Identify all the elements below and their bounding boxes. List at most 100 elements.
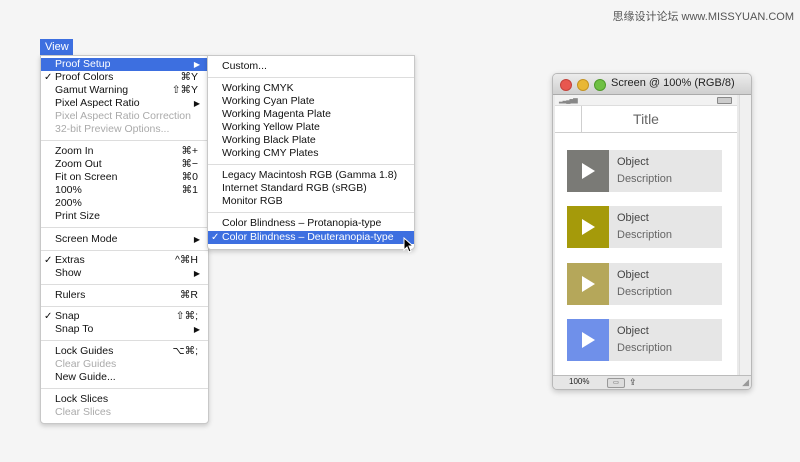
menu-item-label: Gamut Warning: [55, 84, 129, 96]
menu-item-200-percent[interactable]: 200%: [41, 197, 208, 210]
item-title: Object: [617, 212, 649, 224]
menu-item-label: Rulers: [55, 289, 86, 301]
mock-nav-bar: Title: [555, 106, 737, 133]
menu-item-label: Proof Colors: [55, 71, 114, 83]
resize-grip-icon[interactable]: ◢: [742, 377, 749, 388]
menu-item-label: Working Black Plate: [222, 134, 316, 146]
menu-item-label: New Guide...: [55, 371, 116, 383]
menu-item-label: Snap: [55, 310, 80, 322]
menu-item-clear-guides: Clear Guides: [41, 358, 208, 371]
menu-item-zoom-in[interactable]: Zoom In ⌘+: [41, 145, 208, 158]
menu-item-fit-on-screen[interactable]: Fit on Screen ⌘0: [41, 171, 208, 184]
view-menu-title[interactable]: View: [40, 39, 73, 55]
thumbnail: [567, 263, 609, 305]
menu-item-label: Clear Guides: [55, 358, 117, 370]
checkmark-icon: ✓: [211, 232, 220, 243]
menu-item-zoom-out[interactable]: Zoom Out ⌘−: [41, 158, 208, 171]
menu-item-rulers[interactable]: Rulers ⌘R: [41, 289, 208, 302]
menu-item-label: 32-bit Preview Options...: [55, 123, 170, 135]
menu-item-snap-to[interactable]: Snap To ▶: [41, 323, 208, 336]
menu-item-clear-slices: Clear Slices: [41, 406, 208, 419]
menu-item-label: Zoom Out: [55, 158, 102, 170]
submenu-item-working-cmyk[interactable]: Working CMYK: [208, 82, 414, 95]
menu-item-screen-mode[interactable]: Screen Mode ▶: [41, 233, 208, 246]
menu-item-label: Fit on Screen: [55, 171, 118, 183]
menu-item-show[interactable]: Show ▶: [41, 267, 208, 280]
window-titlebar[interactable]: Screen @ 100% (RGB/8): [553, 74, 751, 95]
menu-item-shortcut: ⌘+: [181, 145, 198, 157]
menu-item-shortcut: ⇧⌘Y: [171, 84, 198, 96]
menu-item-gamut-warning[interactable]: Gamut Warning ⇧⌘Y: [41, 84, 208, 97]
menu-separator: [41, 340, 208, 341]
signal-bars-icon: ▂▃▄▅▆: [559, 98, 578, 104]
submenu-item-monitor-rgb[interactable]: Monitor RGB: [208, 195, 414, 208]
item-description: Description: [617, 173, 673, 185]
menu-item-pixel-aspect-ratio[interactable]: Pixel Aspect Ratio ▶: [41, 97, 208, 110]
vertical-scrollbar[interactable]: [739, 95, 751, 375]
menu-item-shortcut: ⌘0: [181, 171, 198, 183]
play-icon: [582, 163, 595, 179]
share-icon[interactable]: ⇪: [629, 377, 637, 388]
menu-item-label: Print Size: [55, 210, 100, 222]
menu-item-label: Show: [55, 267, 82, 279]
play-icon: [582, 332, 595, 348]
submenu-item-deuteranopia[interactable]: ✓ Color Blindness – Deuteranopia-type: [208, 231, 414, 244]
submenu-item-internet-srgb[interactable]: Internet Standard RGB (sRGB): [208, 182, 414, 195]
menu-separator: [41, 388, 208, 389]
menu-item-extras[interactable]: ✓ Extras ^⌘H: [41, 254, 208, 267]
thumbnail: [567, 150, 609, 192]
menu-item-snap[interactable]: ✓ Snap ⇧⌘;: [41, 310, 208, 323]
checkmark-icon: ✓: [44, 311, 53, 322]
thumbnail: [567, 206, 609, 248]
menu-item-label: Zoom In: [55, 145, 94, 157]
menu-item-shortcut: ⌘R: [179, 289, 198, 301]
close-window-icon[interactable]: [560, 79, 572, 91]
item-description: Description: [617, 286, 673, 298]
menu-item-lock-slices[interactable]: Lock Slices: [41, 393, 208, 406]
menu-item-proof-setup[interactable]: Proof Setup ▶: [41, 58, 208, 71]
doc-info-icon[interactable]: ▭: [607, 378, 625, 388]
menu-item-label: Proof Setup: [55, 58, 111, 70]
menu-item-label: Custom...: [222, 60, 267, 72]
menu-item-label: 200%: [55, 197, 82, 209]
submenu-arrow-icon: ▶: [193, 99, 200, 108]
document-canvas[interactable]: ▂▃▄▅▆ Title Object Description Object De…: [555, 95, 737, 375]
minimize-window-icon[interactable]: [577, 79, 589, 91]
menu-item-label: Extras: [55, 254, 85, 266]
menu-item-label: Clear Slices: [55, 406, 112, 418]
menu-item-100-percent[interactable]: 100% ⌘1: [41, 184, 208, 197]
menu-item-shortcut: ⌘−: [181, 158, 198, 170]
menu-item-proof-colors[interactable]: ✓ Proof Colors ⌘Y: [41, 71, 208, 84]
menu-item-label: Working CMYK: [222, 82, 294, 94]
checkmark-icon: ✓: [44, 72, 53, 83]
menu-item-lock-guides[interactable]: Lock Guides ⌥⌘;: [41, 345, 208, 358]
menu-item-label: 100%: [55, 184, 82, 196]
battery-icon: [717, 97, 732, 104]
menu-item-new-guide[interactable]: New Guide...: [41, 371, 208, 384]
submenu-item-protanopia[interactable]: Color Blindness – Protanopia-type: [208, 217, 414, 230]
menu-item-label: Lock Guides: [55, 345, 114, 357]
item-description: Description: [617, 342, 673, 354]
submenu-arrow-icon: ▶: [193, 235, 200, 244]
zoom-level[interactable]: 100%: [569, 377, 589, 386]
document-window: Screen @ 100% (RGB/8) ▂▃▄▅▆ Title Object…: [552, 73, 752, 390]
zoom-window-icon[interactable]: [594, 79, 606, 91]
phone-status-bar: ▂▃▄▅▆: [555, 95, 737, 106]
menu-item-label: Screen Mode: [55, 233, 118, 245]
submenu-item-working-black[interactable]: Working Black Plate: [208, 134, 414, 147]
menu-separator: [208, 77, 414, 78]
submenu-item-working-yellow[interactable]: Working Yellow Plate: [208, 121, 414, 134]
submenu-item-working-magenta[interactable]: Working Magenta Plate: [208, 108, 414, 121]
menu-item-pixel-aspect-correction: Pixel Aspect Ratio Correction: [41, 110, 208, 123]
menu-item-print-size[interactable]: Print Size: [41, 210, 208, 223]
submenu-item-custom[interactable]: Custom...: [208, 60, 414, 73]
submenu-item-legacy-mac-rgb[interactable]: Legacy Macintosh RGB (Gamma 1.8): [208, 169, 414, 182]
menu-separator: [41, 227, 208, 228]
menu-item-shortcut: ⌘Y: [180, 71, 198, 83]
submenu-item-working-cyan[interactable]: Working Cyan Plate: [208, 95, 414, 108]
list-item: Object Description: [567, 206, 722, 248]
menu-separator: [41, 306, 208, 307]
menu-item-label: Working CMY Plates: [222, 147, 319, 159]
submenu-item-working-cmy[interactable]: Working CMY Plates: [208, 147, 414, 160]
view-menu: Proof Setup ▶ ✓ Proof Colors ⌘Y Gamut Wa…: [40, 55, 209, 424]
